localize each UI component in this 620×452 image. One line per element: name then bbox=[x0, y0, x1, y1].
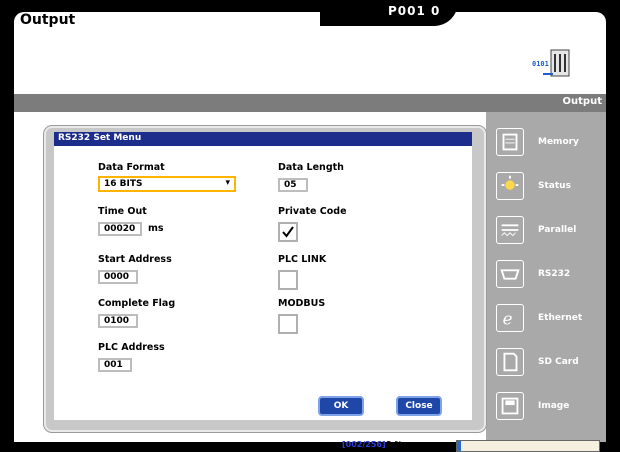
private-code-label: Private Code bbox=[278, 206, 347, 217]
data-format-label: Data Format bbox=[98, 162, 165, 173]
data-length-label: Data Length bbox=[278, 162, 344, 173]
progress-percent: 3 % bbox=[386, 440, 403, 449]
checkmark-icon bbox=[282, 226, 294, 238]
section-strip bbox=[14, 94, 606, 112]
rs232-settings-dialog: RS232 Set Menu Data Format 16 BITS ▾ Dat… bbox=[44, 126, 486, 432]
sidebar: Memory Status Parallel RS232 e Ethernet … bbox=[486, 112, 606, 442]
data-format-value: 16 BITS bbox=[104, 179, 143, 189]
project-code: P001 0 bbox=[388, 4, 441, 18]
sidebar-item-label: Image bbox=[538, 401, 570, 411]
parallel-icon bbox=[496, 216, 524, 244]
sidebar-item-label: SD Card bbox=[538, 357, 579, 367]
complete-flag-field[interactable]: 0100 bbox=[98, 314, 138, 328]
window-header bbox=[14, 12, 606, 94]
sidebar-item-ethernet[interactable]: e Ethernet bbox=[496, 304, 608, 338]
sd-card-icon bbox=[496, 348, 524, 376]
close-button[interactable]: Close bbox=[396, 396, 442, 416]
data-format-select[interactable]: 16 BITS ▾ bbox=[98, 176, 236, 192]
sidebar-item-label: RS232 bbox=[538, 269, 571, 279]
start-address-label: Start Address bbox=[98, 254, 172, 265]
plc-link-label: PLC LINK bbox=[278, 254, 327, 265]
sidebar-item-label: Memory bbox=[538, 137, 579, 147]
ok-button[interactable]: OK bbox=[318, 396, 364, 416]
progress-fill bbox=[457, 441, 462, 451]
sidebar-item-sd-card[interactable]: SD Card bbox=[496, 348, 608, 382]
rs232-icon bbox=[496, 260, 524, 288]
sidebar-item-label: Ethernet bbox=[538, 313, 583, 323]
sidebar-item-parallel[interactable]: Parallel bbox=[496, 216, 608, 250]
top-bar bbox=[0, 0, 620, 12]
memory-icon bbox=[496, 128, 524, 156]
svg-text:e: e bbox=[503, 309, 513, 329]
plc-address-label: PLC Address bbox=[98, 342, 165, 353]
page-counter: [002/256] bbox=[342, 440, 386, 449]
status-icon bbox=[496, 172, 524, 200]
data-length-field[interactable]: 05 bbox=[278, 178, 308, 192]
sidebar-item-image[interactable]: Image bbox=[496, 392, 608, 426]
time-out-label: Time Out bbox=[98, 206, 147, 217]
start-address-field[interactable]: 0000 bbox=[98, 270, 138, 284]
plc-address-field[interactable]: 001 bbox=[98, 358, 132, 372]
section-strip-label: Output bbox=[562, 96, 602, 107]
modbus-label: MODBUS bbox=[278, 298, 326, 309]
sidebar-item-memory[interactable]: Memory bbox=[496, 128, 608, 162]
time-out-field[interactable]: 00020 bbox=[98, 222, 142, 236]
sidebar-item-rs232[interactable]: RS232 bbox=[496, 260, 608, 294]
progress-bar bbox=[456, 440, 600, 452]
window-title: Output bbox=[20, 12, 76, 28]
modbus-checkbox[interactable] bbox=[278, 314, 298, 334]
private-code-checkbox[interactable] bbox=[278, 222, 298, 242]
time-out-unit: ms bbox=[148, 223, 164, 234]
complete-flag-label: Complete Flag bbox=[98, 298, 176, 309]
sidebar-item-label: Status bbox=[538, 181, 571, 191]
svg-text:0101: 0101 bbox=[532, 60, 549, 68]
sidebar-item-label: Parallel bbox=[538, 225, 577, 235]
output-device-icon[interactable]: 0101 bbox=[529, 46, 577, 82]
sidebar-item-status[interactable]: Status bbox=[496, 172, 608, 206]
dialog-body: RS232 Set Menu Data Format 16 BITS ▾ Dat… bbox=[54, 132, 472, 420]
dialog-title: RS232 Set Menu bbox=[58, 133, 142, 143]
ethernet-icon: e bbox=[496, 304, 524, 332]
image-icon bbox=[496, 392, 524, 420]
dialog-titlebar: RS232 Set Menu bbox=[54, 132, 472, 146]
plc-link-checkbox[interactable] bbox=[278, 270, 298, 290]
chevron-down-icon: ▾ bbox=[225, 178, 230, 188]
